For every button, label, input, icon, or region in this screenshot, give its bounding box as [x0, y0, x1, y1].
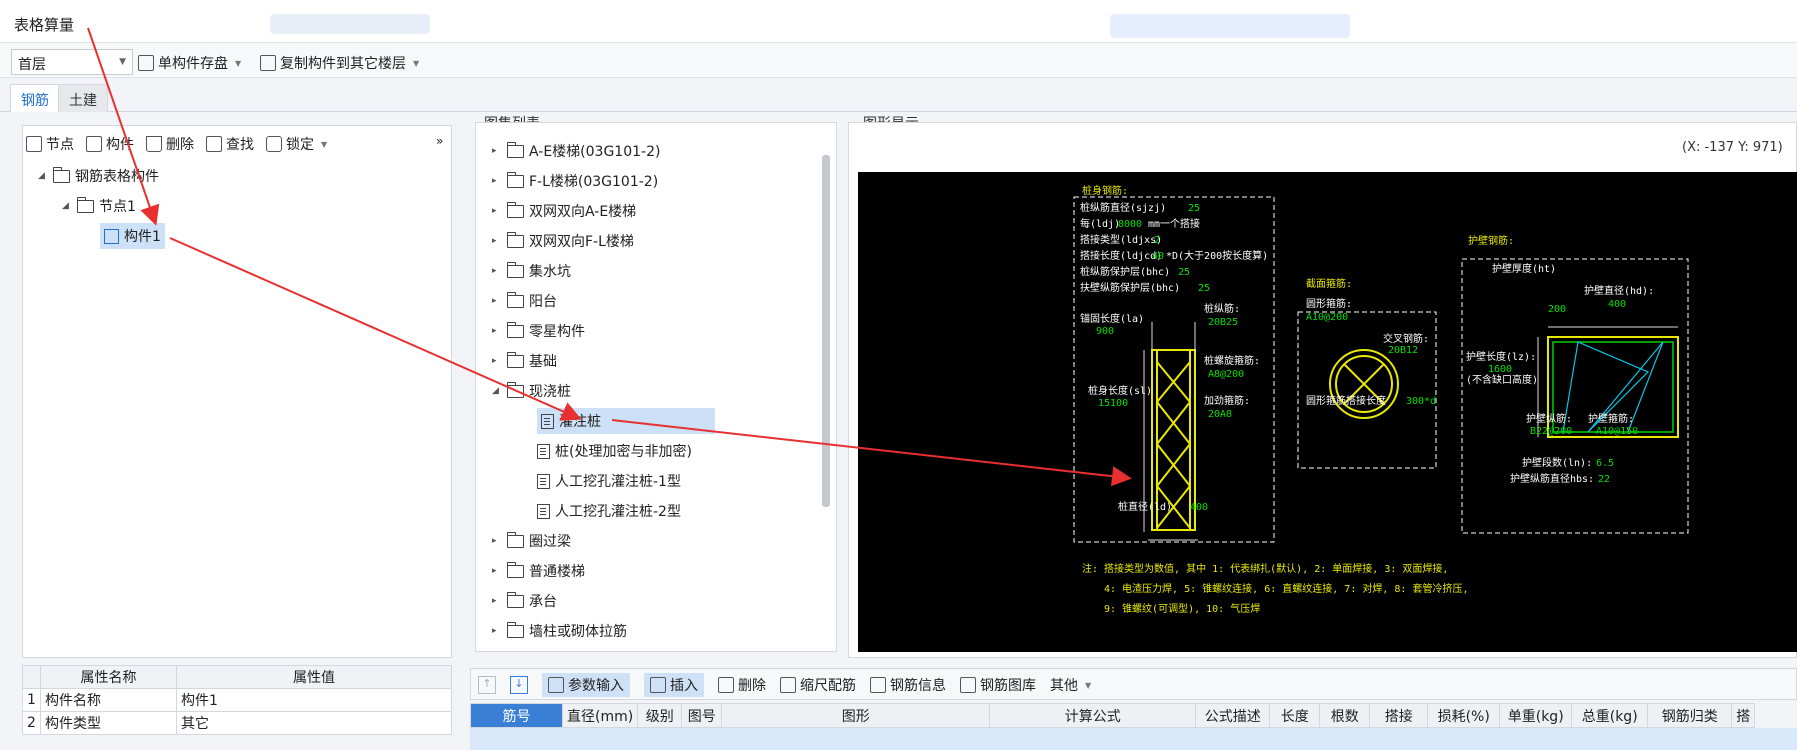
arrow-to-atlas — [169, 237, 582, 421]
red-arrow-lines — [87, 27, 1132, 487]
arrow-to-component — [87, 27, 160, 226]
arrow-to-canvas — [611, 419, 1132, 487]
annotation-arrows — [87, 27, 1132, 487]
